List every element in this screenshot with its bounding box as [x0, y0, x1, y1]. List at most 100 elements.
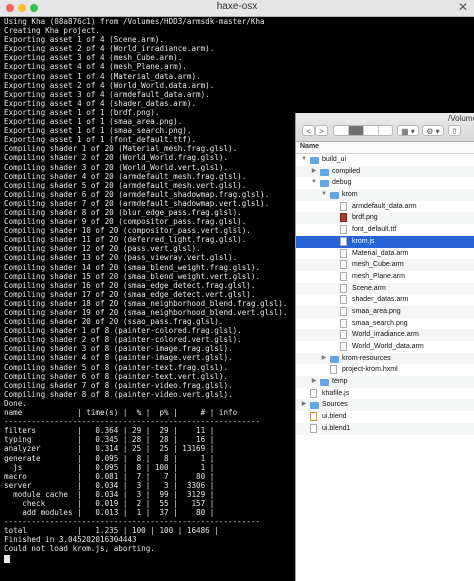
terminal-line: check | 0.019 | 2 | 55 | 157 |: [4, 498, 215, 508]
file-row[interactable]: brdf.png: [296, 212, 474, 225]
terminal-line: Compiling shader 2 of 8 (painter-colored…: [4, 335, 242, 345]
file-row[interactable]: Material_data.arm: [296, 248, 474, 260]
file-icon: [340, 271, 347, 281]
terminal-line: analyzer | 0.314 | 25 | 25 | 13169 |: [4, 444, 215, 454]
file-name: ui.blend: [322, 413, 347, 421]
file-icon: [340, 306, 347, 316]
file-row[interactable]: mesh_Cube.arm: [296, 259, 474, 271]
terminal-line: typing | 0.345 | 28 | 28 | 16 |: [4, 435, 215, 445]
terminal-line: total | 1.235 | 100 | 100 | 16486 |: [4, 526, 219, 536]
disclosure-closed-icon[interactable]: ▶: [320, 353, 328, 365]
back-button[interactable]: <: [302, 125, 315, 136]
file-row[interactable]: mesh_Plane.arm: [296, 271, 474, 283]
terminal-line: name | time(s) | % | p% | # | info: [4, 408, 238, 418]
terminal-line: Compiling shader 19 of 20 (smaa_neighbor…: [4, 308, 288, 317]
list-view-button[interactable]: [349, 126, 364, 135]
file-icon: [340, 201, 347, 211]
action-gear-button[interactable]: ⚙ ▾: [422, 125, 444, 136]
terminal-line: Exporting asset 4 of 4 (shader_datas.arm…: [4, 98, 197, 108]
file-name: smaa_search.png: [352, 319, 408, 327]
terminal-line: ----------------------------------------…: [4, 417, 261, 427]
terminal-line: Compiling shader 14 of 20 (smaa_blend_we…: [4, 262, 261, 272]
terminal-line: Compiling shader 1 of 8 (painter-colored…: [4, 326, 242, 336]
terminal-line: Compiling shader 2 of 20 (World_World.fr…: [4, 153, 229, 163]
file-row[interactable]: ▼ krom: [296, 189, 474, 201]
file-row[interactable]: shader_datas.arm: [296, 294, 474, 306]
file-row[interactable]: armdefault_data.arm: [296, 201, 474, 213]
folder-icon: [320, 168, 329, 176]
disclosure-open-icon[interactable]: ▼: [310, 177, 318, 189]
terminal-line: Exporting asset 2 of 4 (World_World.data…: [4, 80, 215, 90]
terminal-line: Exporting asset 2 of 4 (World_irradiance…: [4, 44, 215, 54]
finder-window[interactable]: /Volumes < > ▦ ▾ ⚙ ▾ ⇧ Name ▼ build_ui ▶ co…: [295, 113, 474, 581]
terminal-line: Compiling shader 8 of 20 (blur_edge_pass…: [4, 207, 242, 217]
disclosure-open-icon[interactable]: ▼: [300, 154, 308, 166]
file-row[interactable]: ▼ debug: [296, 177, 474, 189]
js-icon: [340, 236, 347, 246]
file-row[interactable]: ▶ temp: [296, 376, 474, 388]
file-name: krom: [342, 191, 358, 199]
file-name: temp: [332, 378, 348, 386]
file-row[interactable]: smaa_search.png: [296, 318, 474, 330]
terminal-output[interactable]: Using Kha (08a876c1) from /Volumes/HDD3/…: [4, 17, 294, 579]
terminal-line: Compiling shader 7 of 8 (painter-video.f…: [4, 380, 233, 390]
terminal-line: Compiling shader 17 of 20 (smaa_edge_det…: [4, 289, 256, 299]
file-row[interactable]: project-krom.hxml: [296, 364, 474, 376]
terminal-line: Exporting asset 1 of 4 (Scene.arm).: [4, 35, 165, 45]
terminal-line: Exporting asset 1 of 4 (Material_data.ar…: [4, 71, 201, 81]
file-row[interactable]: krom.js: [296, 235, 474, 248]
terminal-line: Could not load krom.js, aborting.: [4, 544, 155, 554]
arrange-button[interactable]: ▦ ▾: [397, 125, 419, 136]
icon-view-button[interactable]: [334, 126, 349, 135]
column-header[interactable]: Name: [296, 142, 474, 154]
terminal-line: Creating Kha project.: [4, 26, 101, 36]
disclosure-closed-icon[interactable]: ▶: [310, 376, 318, 388]
gallery-view-button[interactable]: [379, 126, 394, 135]
file-row[interactable]: Scene.arm: [296, 282, 474, 295]
disclosure-open-icon[interactable]: ▼: [320, 189, 328, 201]
file-name: compiled: [332, 167, 361, 175]
file-name: shader_datas.arm: [352, 296, 409, 304]
terminal-line: Compiling shader 7 of 20 (armdefault_sha…: [4, 198, 270, 208]
file-icon: [340, 342, 347, 351]
file-row[interactable]: ▶ compiled: [296, 165, 474, 178]
file-row[interactable]: khafile.js: [296, 388, 474, 400]
disclosure-closed-icon[interactable]: ▶: [300, 399, 308, 411]
folder-icon: [310, 402, 319, 410]
js-icon: [310, 388, 317, 398]
terminal-line: Compiling shader 6 of 8 (painter-text.ve…: [4, 371, 229, 381]
share-button[interactable]: ⇧: [448, 125, 461, 136]
file-row[interactable]: smaa_area.png: [296, 305, 474, 318]
terminal-line: Using Kha (08a876c1) from /Volumes/HDD3/…: [4, 17, 265, 26]
name-column-header[interactable]: Name: [300, 143, 319, 150]
png-icon: [340, 213, 347, 223]
file-name: project-krom.hxml: [342, 366, 398, 374]
terminal-line: Compiling shader 13 of 20 (pass_viewray.…: [4, 253, 238, 263]
column-view-button[interactable]: [364, 126, 379, 135]
file-row[interactable]: ui.blend: [296, 411, 474, 423]
terminal-line: Compiling shader 1 of 20 (Material_mesh.…: [4, 144, 238, 154]
file-row[interactable]: ▶ krom-resources: [296, 352, 474, 365]
terminal-line: Compiling shader 6 of 20 (armdefault_sha…: [4, 189, 270, 199]
terminal-titlebar[interactable]: haxe-osx ✕: [0, 0, 474, 17]
file-name: krom.js: [352, 237, 375, 245]
file-name: World_irradiance.arm: [352, 331, 419, 339]
file-name: mesh_Plane.arm: [352, 272, 405, 280]
terminal-line: Compiling shader 11 of 20 (deferred_ligh…: [4, 235, 247, 245]
file-row[interactable]: ▶ Sources: [296, 399, 474, 412]
terminal-line: macro | 0.081 | 7 | 7 | 80 |: [4, 471, 215, 481]
file-row[interactable]: World_irradiance.arm: [296, 329, 474, 341]
terminal-line: add modules | 0.013 | 1 | 37 | 80 |: [4, 508, 215, 518]
terminal-line: generate | 0.095 | 8 | 8 | 1 |: [4, 453, 215, 463]
tab-close-icon[interactable]: ✕: [458, 0, 468, 14]
file-row[interactable]: font_default.ttf: [296, 224, 474, 236]
terminal-line: Exporting asset 1 of 1 (smaa_area.png).: [4, 117, 183, 127]
forward-button[interactable]: >: [315, 125, 328, 136]
terminal-line: module cache | 0.034 | 3 | 99 | 3129 |: [4, 489, 215, 499]
disclosure-closed-icon[interactable]: ▶: [310, 166, 318, 178]
file-row[interactable]: ▼ build_ui: [296, 154, 474, 166]
terminal-prompt[interactable]: [4, 554, 294, 563]
file-row[interactable]: ui.blend1: [296, 422, 474, 435]
file-name: font_default.ttf: [352, 226, 397, 234]
file-row[interactable]: World_World_data.arm: [296, 341, 474, 353]
